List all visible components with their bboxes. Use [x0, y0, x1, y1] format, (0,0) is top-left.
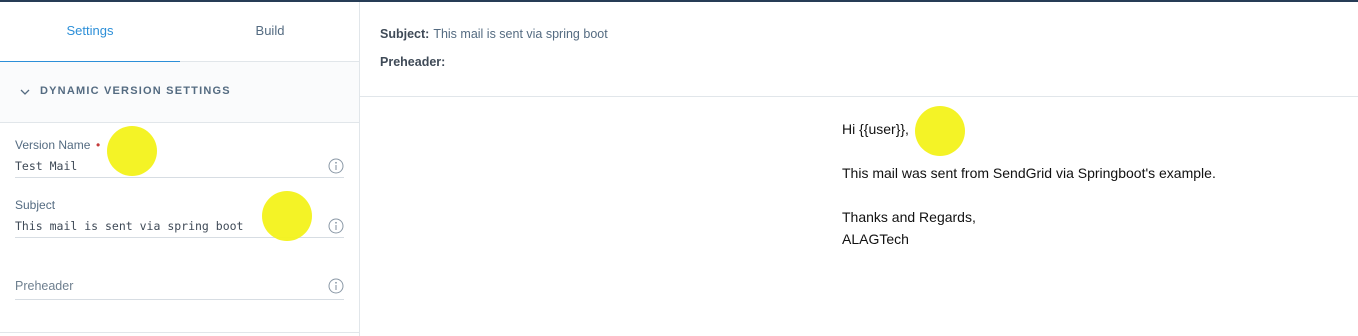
preview-preheader-row: Preheader:	[380, 55, 445, 69]
version-name-input[interactable]: Test Mail	[15, 158, 344, 178]
required-indicator: •	[96, 138, 101, 152]
email-line: This mail was sent from SendGrid via Spr…	[842, 165, 1216, 181]
section-title: DYNAMIC VERSION SETTINGS	[40, 85, 231, 97]
preheader-field: Preheader	[15, 276, 344, 300]
email-preview-panel: Subject: This mail is sent via spring boo…	[360, 2, 1358, 336]
tab-settings[interactable]: Settings	[0, 2, 180, 63]
preview-preheader-key: Preheader:	[380, 55, 446, 69]
tab-build[interactable]: Build	[180, 2, 360, 62]
preview-meta: Subject: This mail is sent via spring boo…	[360, 2, 1358, 97]
highlight-marker	[107, 126, 157, 176]
panel-divider	[0, 332, 359, 333]
email-closing: Thanks and Regards,	[842, 209, 976, 225]
preview-subject-key: Subject:	[380, 27, 430, 41]
highlight-marker	[915, 106, 965, 156]
highlight-marker	[262, 191, 312, 241]
chevron-down-icon	[20, 89, 30, 95]
version-name-label: Version Name	[15, 138, 91, 152]
panel-tabs: Settings Build	[0, 2, 360, 63]
email-signature: ALAGTech	[842, 231, 909, 247]
preheader-input[interactable]: Preheader	[15, 276, 344, 300]
email-greeting: Hi {{user}},	[842, 121, 909, 137]
info-icon[interactable]	[328, 218, 344, 234]
version-name-field: Version Name • Test Mail	[15, 138, 344, 180]
settings-panel: Settings Build DYNAMIC VERSION SETTINGS …	[0, 2, 360, 336]
preview-subject-value: This mail is sent via spring boot	[433, 27, 608, 41]
dynamic-version-settings-toggle[interactable]: DYNAMIC VERSION SETTINGS	[0, 62, 359, 123]
subject-label: Subject	[15, 198, 56, 212]
info-icon[interactable]	[328, 158, 344, 174]
preview-subject-row: Subject: This mail is sent via spring boo…	[380, 27, 608, 41]
info-icon[interactable]	[328, 278, 344, 294]
